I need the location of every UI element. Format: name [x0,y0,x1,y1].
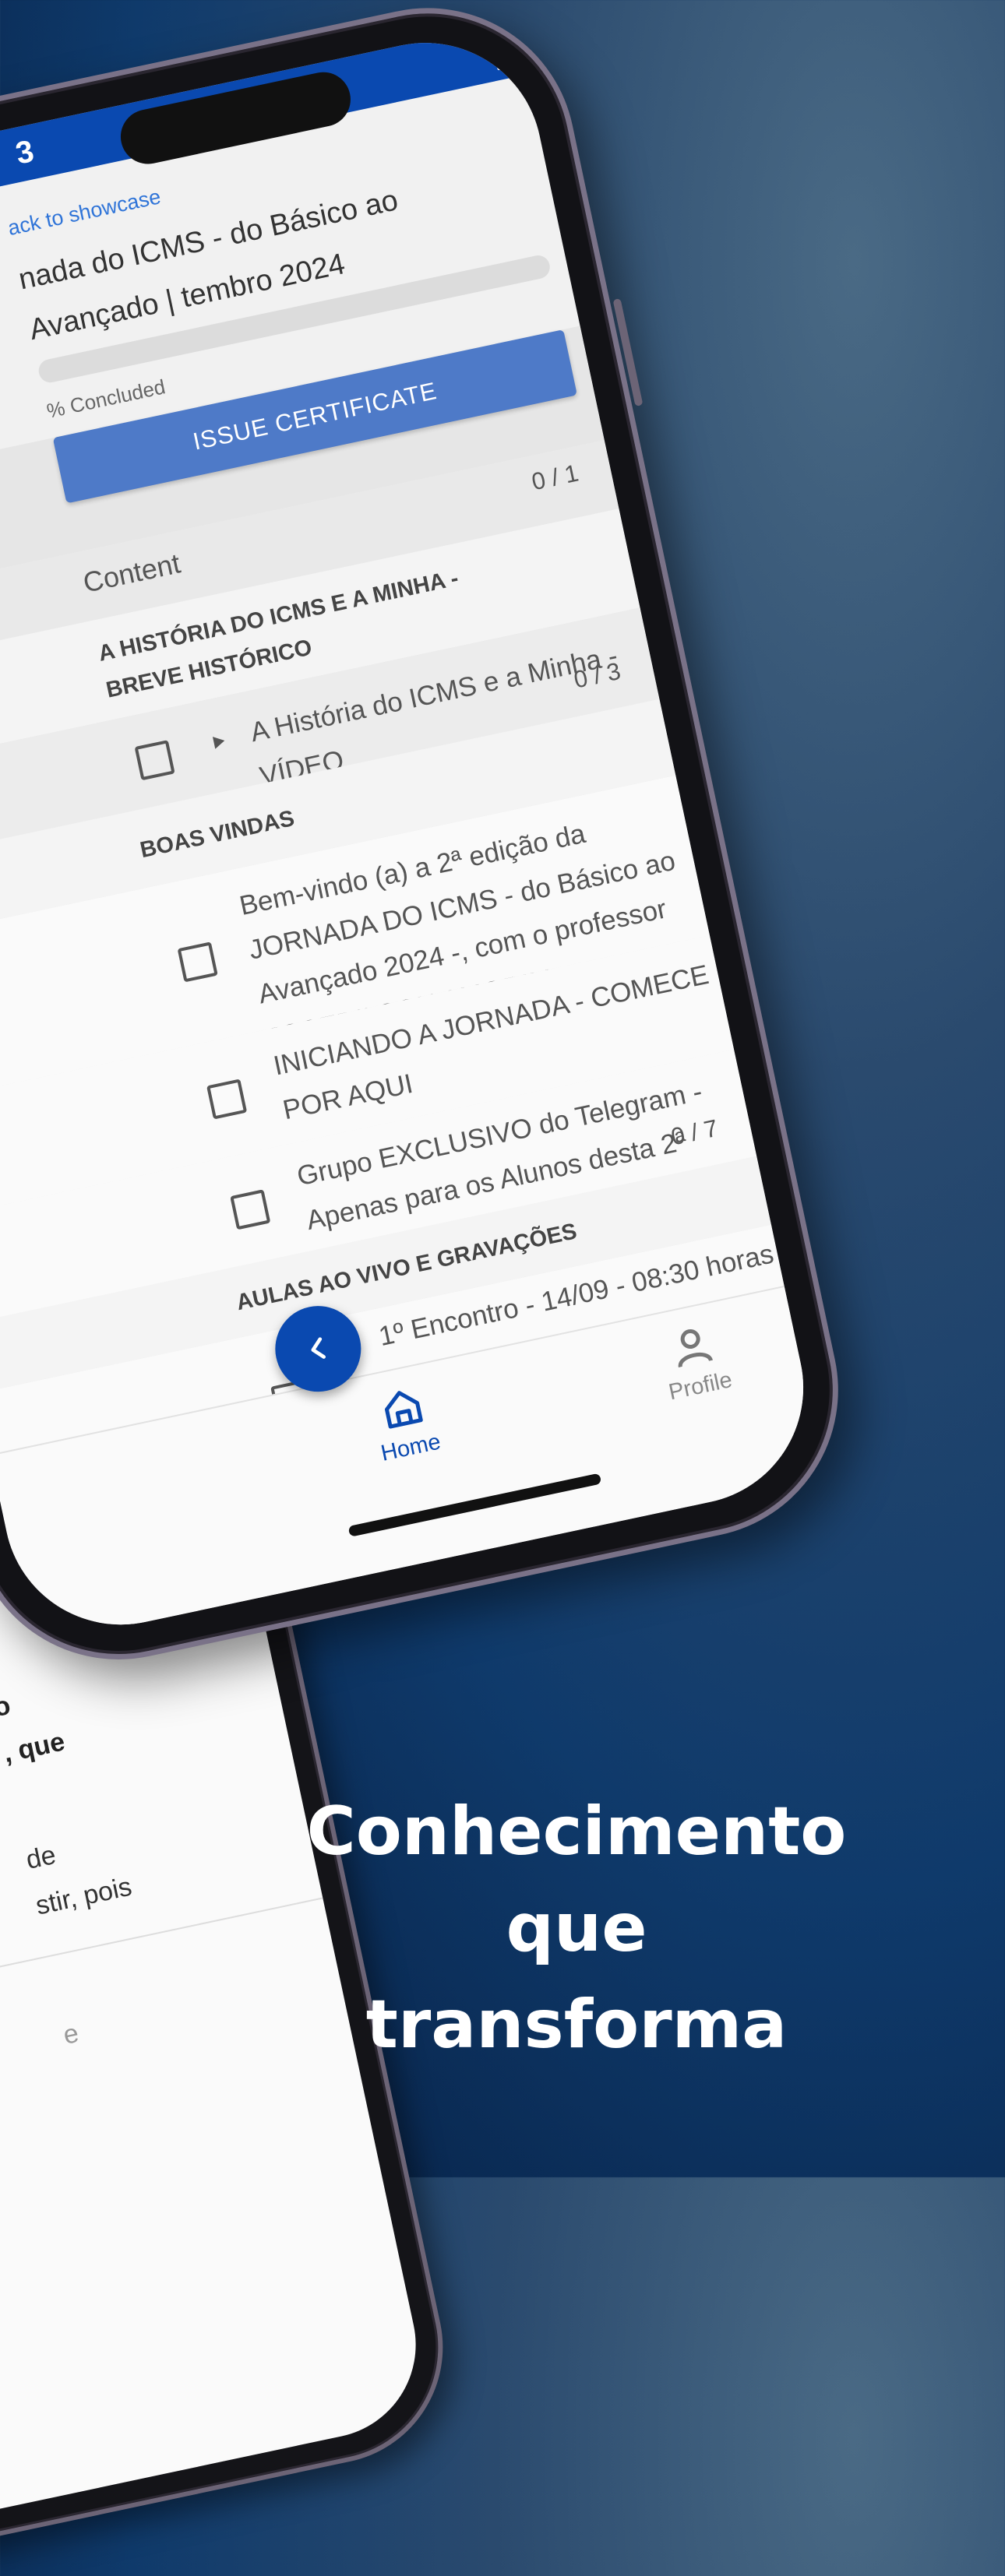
header-title: 3 [12,133,37,171]
lesson-checkbox[interactable] [134,740,175,781]
progress-label: % Concluded [44,375,168,423]
tagline-line-1: Conhecimento que [306,1793,847,1967]
screen-text-fragment: e [60,2018,82,2050]
lesson-checkbox[interactable] [206,1079,248,1120]
screen-text-fragment: o [0,1690,13,1723]
progress-fill [36,361,42,385]
play-icon [212,737,225,749]
screen-text-fragment: , que [0,1726,68,1769]
main-phone-mockup: 3 ack to showcase nada do ICMS - do Bási… [0,0,866,1687]
nav-profile[interactable]: Profile [626,1311,764,1412]
home-icon [384,1391,423,1429]
lesson-checkbox[interactable] [230,1189,271,1230]
tagline-line-2: transforma [365,1986,788,2064]
lesson-checkbox[interactable] [177,941,218,983]
profile-icon [678,1328,713,1367]
nav-home[interactable]: Home [337,1372,474,1473]
marketing-tagline: Conhecimento que transforma [234,1783,919,2073]
chevron-left-icon [311,1337,326,1359]
screen-text-fragment: de [23,1839,58,1875]
